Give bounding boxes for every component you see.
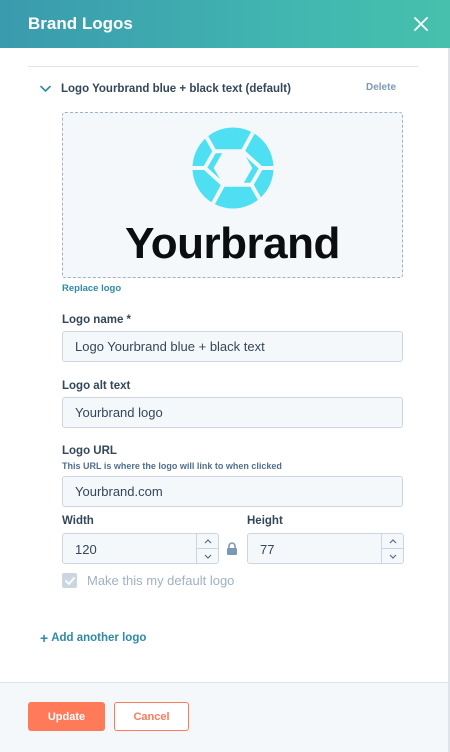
caret-down-icon [389, 554, 396, 559]
panel-footer: Update Cancel [0, 682, 448, 752]
aperture-logo-icon [192, 127, 273, 209]
width-increment[interactable] [197, 534, 218, 548]
divider [28, 66, 418, 67]
width-stepper [196, 534, 218, 563]
panel-header: Brand Logos [0, 0, 450, 48]
height-decrement[interactable] [382, 548, 403, 563]
add-logo-label: Add another logo [51, 632, 147, 644]
replace-logo-link[interactable]: Replace logo [62, 283, 121, 294]
collapse-toggle[interactable] [40, 83, 52, 95]
width-value: 120 [75, 542, 97, 557]
logo-name-label: Logo name * [62, 314, 132, 326]
panel-title: Brand Logos [28, 14, 133, 33]
plus-icon: + [40, 630, 49, 646]
close-button[interactable] [410, 13, 432, 35]
logo-alt-text-input[interactable] [62, 397, 403, 428]
logo-url-help: This URL is where the logo will link to … [62, 461, 282, 471]
logo-preview[interactable]: Yourbrand [62, 112, 403, 278]
width-label: Width [62, 515, 94, 527]
logo-name-input[interactable] [62, 331, 403, 362]
height-increment[interactable] [382, 534, 403, 548]
logo-alt-text-label: Logo alt text [62, 380, 131, 392]
chevron-down-icon [40, 85, 51, 92]
cancel-button[interactable]: Cancel [114, 702, 189, 731]
logo-url-label: Logo URL [62, 445, 117, 457]
lock-icon[interactable] [226, 542, 238, 555]
caret-up-icon [389, 538, 396, 543]
preview-wordmark: Yourbrand [125, 219, 340, 268]
logo-url-input[interactable] [62, 476, 403, 507]
height-input[interactable]: 77 [247, 533, 404, 564]
width-input[interactable]: 120 [62, 533, 219, 564]
logo-section-header: Logo Yourbrand blue + black text (defaul… [40, 80, 400, 98]
caret-down-icon [204, 554, 211, 559]
height-value: 77 [260, 542, 275, 557]
add-logo-link[interactable]: + Add another logo [40, 630, 146, 646]
logo-title: Logo Yourbrand blue + black text (defaul… [61, 83, 291, 95]
delete-logo-link[interactable]: Delete [366, 82, 396, 93]
height-stepper [381, 534, 403, 563]
default-logo-label: Make this my default logo [87, 573, 235, 588]
caret-up-icon [204, 538, 211, 543]
height-label: Height [247, 515, 283, 527]
width-decrement[interactable] [197, 548, 218, 563]
check-icon [64, 576, 75, 585]
default-logo-option: Make this my default logo [62, 573, 234, 588]
close-icon [414, 17, 428, 31]
default-logo-checkbox[interactable] [62, 573, 77, 588]
update-button[interactable]: Update [28, 702, 105, 731]
